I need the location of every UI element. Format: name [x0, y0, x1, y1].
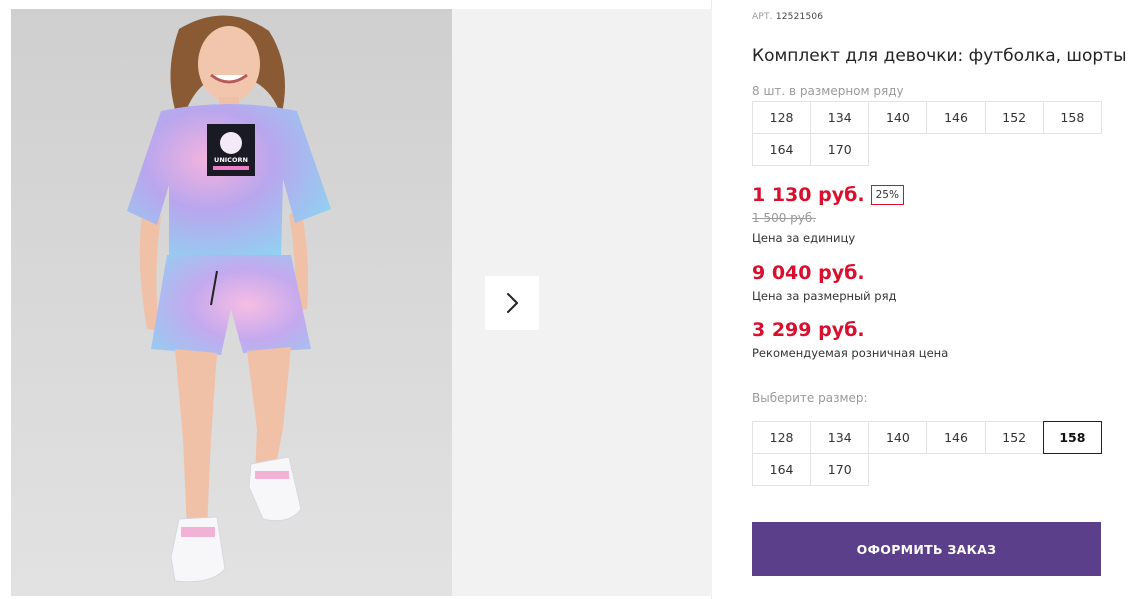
unit-price-label: Цена за единицу [752, 231, 856, 245]
row-price-label: Цена за размерный ряд [752, 289, 897, 303]
size-option-128[interactable]: 128 [752, 421, 812, 454]
size-picker: 128 134 140 146 152 158 164 170 [752, 421, 1107, 486]
discount-badge: 25% [870, 185, 904, 205]
product-gallery: UNICORN [0, 0, 712, 599]
size-option-158-selected[interactable]: 158 [1042, 421, 1102, 454]
chevron-right-icon [507, 293, 518, 313]
size-option-164[interactable]: 164 [752, 453, 812, 486]
pack-size-cell: 146 [926, 101, 986, 134]
article-number: АРТ. 12521506 [752, 12, 823, 22]
girl-in-tie-dye-outfit-illustration: UNICORN [11, 9, 452, 596]
size-option-152[interactable]: 152 [984, 421, 1044, 454]
product-info-panel: АРТ. 12521506 Комплект для девочки: футб… [752, 0, 1127, 599]
old-price: 1 500 руб. [752, 211, 817, 225]
pack-count-label: 8 шт. в размерном ряду [752, 84, 904, 98]
size-option-134[interactable]: 134 [810, 421, 870, 454]
retail-price: 3 299 руб. [752, 319, 865, 341]
pack-size-cell: 152 [984, 101, 1044, 134]
pack-size-grid: 128 134 140 146 152 158 164 170 [752, 101, 1107, 166]
product-title: Комплект для девочки: футболка, шорты [752, 46, 1127, 66]
pack-size-cell: 170 [810, 133, 870, 166]
unit-price: 1 130 руб. [752, 184, 865, 206]
retail-price-label: Рекомендуемая розничная цена [752, 346, 949, 360]
pack-size-cell: 140 [868, 101, 928, 134]
print-text: UNICORN [214, 156, 248, 164]
choose-size-label: Выберите размер: [752, 391, 868, 405]
size-option-140[interactable]: 140 [868, 421, 928, 454]
unit-price-row: 1 130 руб. 25% [752, 184, 904, 206]
pack-size-cell: 134 [810, 101, 870, 134]
size-option-146[interactable]: 146 [926, 421, 986, 454]
size-option-170[interactable]: 170 [810, 453, 870, 486]
row-price: 9 040 руб. [752, 262, 865, 284]
product-photo[interactable]: UNICORN [11, 9, 452, 596]
next-image-button[interactable] [485, 276, 539, 330]
pack-size-cell: 158 [1042, 101, 1102, 134]
article-label: АРТ. [752, 12, 773, 22]
article-value: 12521506 [775, 12, 824, 22]
pack-size-cell: 128 [752, 101, 812, 134]
pack-size-cell: 164 [752, 133, 812, 166]
place-order-button[interactable]: ОФОРМИТЬ ЗАКАЗ [752, 522, 1101, 576]
